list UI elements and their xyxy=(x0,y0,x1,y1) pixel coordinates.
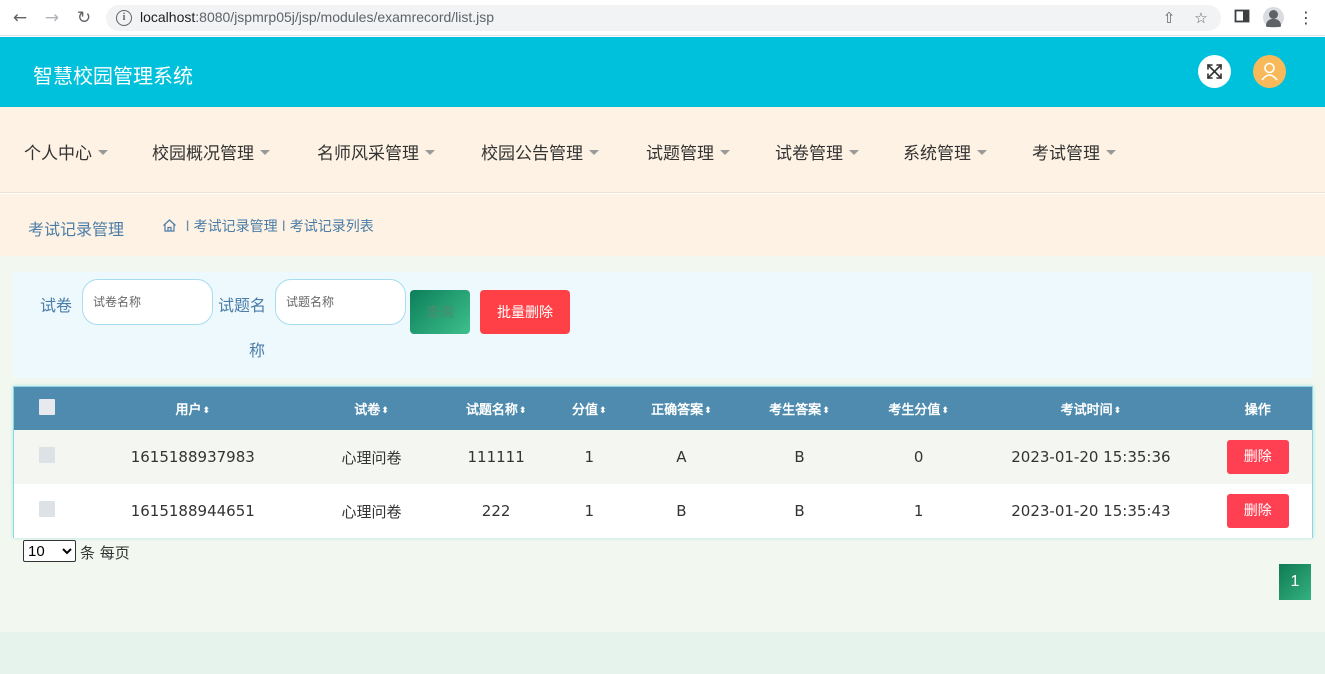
menu-item-questions[interactable]: 试题管理 xyxy=(646,139,730,164)
menu-item-campus-overview[interactable]: 校园概况管理 xyxy=(152,139,270,164)
table-row: 1615188944651 心理问卷 222 1 B B 1 2023-01-2… xyxy=(14,484,1312,538)
col-student-answer[interactable]: 考生答案⬍ xyxy=(740,387,859,430)
cell-student-answer: B xyxy=(794,448,805,466)
sort-icon: ⬍ xyxy=(202,406,211,416)
col-paper[interactable]: 试卷⬍ xyxy=(307,387,437,430)
paper-label: 试卷 xyxy=(40,296,73,315)
cell-exam-time: 2023-01-20 15:35:43 xyxy=(1011,502,1171,520)
table-row: 1615188937983 心理问卷 111111 1 A B 0 2023-0… xyxy=(14,430,1312,484)
cell-user: 1615188937983 xyxy=(130,448,255,466)
caret-down-icon xyxy=(98,149,108,155)
caret-down-icon xyxy=(589,149,599,155)
forward-arrow-icon[interactable]: → xyxy=(42,8,62,28)
cell-correct-answer: A xyxy=(676,448,687,466)
cell-correct-answer: B xyxy=(676,502,687,520)
breadcrumb: I 考试记录管理 I 考试记录列表 xyxy=(162,216,374,237)
col-exam-time[interactable]: 考试时间⬍ xyxy=(978,387,1203,430)
page-number-button[interactable]: 1 xyxy=(1279,564,1311,600)
cell-paper: 心理问卷 xyxy=(341,448,402,467)
menu-item-personal[interactable]: 个人中心 xyxy=(24,139,108,164)
cell-exam-time: 2023-01-20 15:35:36 xyxy=(1011,448,1171,466)
side-panel-icon[interactable] xyxy=(1232,8,1252,28)
col-score[interactable]: 分值⬍ xyxy=(556,387,623,430)
cell-student-score: 0 xyxy=(913,448,924,466)
browser-toolbar: ← → ↻ i localhost:8080/jspmrp05j/jsp/mod… xyxy=(0,0,1325,36)
select-all-checkbox[interactable] xyxy=(38,398,55,415)
cell-student-score: 1 xyxy=(913,502,924,520)
caret-down-icon xyxy=(1106,149,1116,155)
breadcrumb-level-2: 考试记录列表 xyxy=(289,219,374,235)
question-name-input[interactable] xyxy=(275,279,406,325)
menu-item-exams[interactable]: 考试管理 xyxy=(1032,139,1116,164)
user-icon xyxy=(1261,62,1278,81)
page-title: 考试记录管理 xyxy=(28,220,125,239)
cell-paper: 心理问卷 xyxy=(341,502,402,521)
select-all-header xyxy=(14,387,79,430)
caret-down-icon xyxy=(425,149,435,155)
delete-button[interactable]: 删除 xyxy=(1226,494,1289,528)
star-icon[interactable]: ☆ xyxy=(1192,9,1210,27)
app-title: 智慧校园管理系统 xyxy=(33,64,193,88)
caret-down-icon xyxy=(720,149,730,155)
sort-icon: ⬍ xyxy=(1113,406,1122,416)
sort-icon: ⬍ xyxy=(518,406,527,416)
row-checkbox[interactable] xyxy=(38,501,55,517)
caret-down-icon xyxy=(260,149,270,155)
reload-icon[interactable]: ↻ xyxy=(74,8,94,28)
delete-button[interactable]: 删除 xyxy=(1226,440,1289,474)
sort-icon: ⬍ xyxy=(704,406,712,416)
url-text: localhost:8080/jspmrp05j/jsp/modules/exa… xyxy=(140,9,495,25)
batch-delete-button[interactable]: 批量删除 xyxy=(480,290,570,334)
caret-down-icon xyxy=(977,149,987,155)
table-header-row: 用户⬍ 试卷⬍ 试题名称⬍ 分值⬍ 正确答案⬍ 考生答案⬍ 考生分值⬍ 考试时间… xyxy=(14,387,1312,430)
address-bar[interactable]: i localhost:8080/jspmrp05j/jsp/modules/e… xyxy=(106,5,1221,31)
back-arrow-icon[interactable]: ← xyxy=(10,8,30,28)
share-icon[interactable]: ⇧ xyxy=(1160,9,1178,27)
fullscreen-icon xyxy=(1207,64,1222,79)
sort-icon: ⬍ xyxy=(599,406,607,416)
menu-item-system[interactable]: 系统管理 xyxy=(903,139,987,164)
footer-strip xyxy=(0,632,1325,674)
fullscreen-button[interactable] xyxy=(1198,55,1231,88)
col-student-score[interactable]: 考生分值⬍ xyxy=(859,387,978,430)
home-icon[interactable] xyxy=(162,218,177,237)
page-size-label: 条 每页 xyxy=(80,544,130,562)
menu-item-teachers[interactable]: 名师风采管理 xyxy=(317,139,435,164)
records-table: 用户⬍ 试卷⬍ 试题名称⬍ 分值⬍ 正确答案⬍ 考生答案⬍ 考生分值⬍ 考试时间… xyxy=(13,386,1313,538)
row-checkbox[interactable] xyxy=(38,447,55,463)
cell-score: 1 xyxy=(584,502,595,520)
col-user[interactable]: 用户⬍ xyxy=(79,387,307,430)
caret-down-icon xyxy=(849,149,859,155)
cell-question: 111111 xyxy=(467,448,525,466)
sort-icon: ⬍ xyxy=(941,406,949,416)
sort-icon: ⬍ xyxy=(822,406,830,416)
menu-item-papers[interactable]: 试卷管理 xyxy=(775,139,859,164)
query-button[interactable]: 查询 xyxy=(410,290,470,334)
menu-item-notices[interactable]: 校园公告管理 xyxy=(481,139,599,164)
cell-score: 1 xyxy=(584,448,595,466)
breadcrumb-level-1[interactable]: 考试记录管理 xyxy=(194,219,278,235)
cell-student-answer: B xyxy=(794,502,805,520)
col-correct-answer[interactable]: 正确答案⬍ xyxy=(623,387,740,430)
paper-name-input[interactable] xyxy=(82,279,213,325)
question-label: 试题名 xyxy=(218,296,267,315)
question-label-wrap: 称 xyxy=(249,341,266,360)
col-question[interactable]: 试题名称⬍ xyxy=(437,387,556,430)
cell-question: 222 xyxy=(481,502,511,520)
user-avatar-button[interactable] xyxy=(1253,55,1286,88)
col-actions: 操作 xyxy=(1244,403,1271,418)
breadcrumb-bar: 考试记录管理 I 考试记录管理 I 考试记录列表 xyxy=(0,194,1325,256)
top-menu: 个人中心 校园概况管理 名师风采管理 校园公告管理 试题管理 试卷管理 系统管理… xyxy=(0,107,1325,193)
sort-icon: ⬍ xyxy=(381,406,389,416)
cell-user: 1615188944651 xyxy=(130,502,255,520)
app-header: 智慧校园管理系统 xyxy=(0,37,1325,107)
more-menu-icon[interactable]: ⋮ xyxy=(1296,8,1316,28)
profile-avatar-icon[interactable] xyxy=(1263,7,1284,28)
site-info-icon[interactable]: i xyxy=(116,10,132,26)
page-size-select[interactable]: 10 xyxy=(23,540,76,562)
